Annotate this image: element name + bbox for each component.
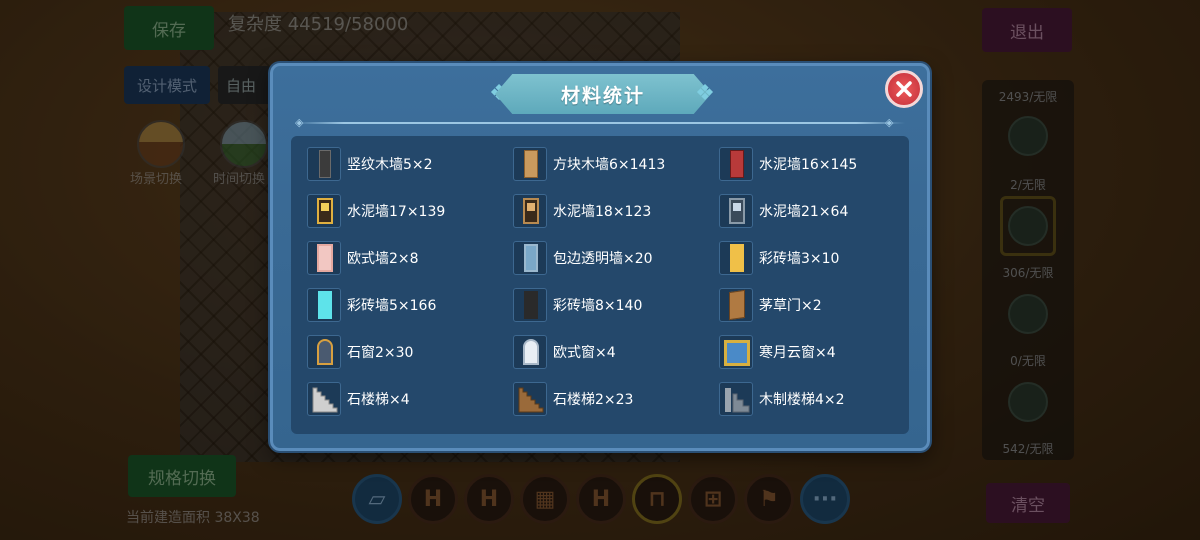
material-list: 竖纹木墙5×2 水泥墙17×139 欧式墙2×8 彩砖墙5×166 石窗2×30… — [291, 136, 909, 434]
item-label: 石楼梯×4 — [347, 392, 410, 408]
item-label: 木制楼梯4×2 — [759, 392, 845, 408]
item-label: 包边透明墙×20 — [553, 251, 653, 267]
list-item: 石楼梯×4 — [307, 381, 507, 417]
list-item: 石楼梯2×23 — [513, 381, 713, 417]
stone-window-icon — [307, 335, 341, 369]
item-label: 彩砖墙3×10 — [759, 251, 840, 267]
item-label: 欧式窗×4 — [553, 345, 616, 361]
list-item: 欧式窗×4 — [513, 334, 713, 370]
title-banner: 材料统计 — [495, 74, 711, 114]
list-item: 欧式墙2×8 — [307, 240, 507, 276]
european-wall-icon — [307, 241, 341, 275]
list-item: 水泥墙21×64 — [719, 193, 919, 229]
list-item: 水泥墙18×123 — [513, 193, 713, 229]
list-item: 寒月云窗×4 — [719, 334, 919, 370]
close-icon — [896, 81, 912, 97]
list-item: 彩砖墙3×10 — [719, 240, 919, 276]
list-item: 包边透明墙×20 — [513, 240, 713, 276]
cement-wall-red-icon — [719, 147, 753, 181]
list-item: 水泥墙16×145 — [719, 146, 919, 182]
list-item: 茅草门×2 — [719, 287, 919, 323]
item-label: 石窗2×30 — [347, 345, 414, 361]
item-label: 寒月云窗×4 — [759, 345, 836, 361]
item-label: 彩砖墙5×166 — [347, 298, 437, 314]
cement-wall-grey-icon — [719, 194, 753, 228]
item-label: 彩砖墙8×140 — [553, 298, 643, 314]
european-window-icon — [513, 335, 547, 369]
stone-stairs-icon — [307, 382, 341, 416]
item-label: 石楼梯2×23 — [553, 392, 634, 408]
cement-wall-window-icon — [307, 194, 341, 228]
divider-ornament-icon: ◈ — [295, 116, 304, 129]
list-item: 石窗2×30 — [307, 334, 507, 370]
title-divider — [295, 122, 905, 124]
wooden-stairs-icon — [719, 382, 753, 416]
transparent-wall-icon — [513, 241, 547, 275]
cold-moon-window-icon — [719, 335, 753, 369]
list-item: 彩砖墙5×166 — [307, 287, 507, 323]
colored-brick-yellow-icon — [719, 241, 753, 275]
vertical-wood-wall-icon — [307, 147, 341, 181]
material-stats-modal: ❖ 材料统计 ❖ ◈ ◈ 竖纹木墙5×2 水泥墙17×139 — [270, 63, 930, 451]
item-label: 水泥墙16×145 — [759, 157, 858, 173]
colored-brick-cyan-icon — [307, 288, 341, 322]
item-label: 水泥墙18×123 — [553, 204, 652, 220]
item-label: 竖纹木墙5×2 — [347, 157, 433, 173]
item-label: 茅草门×2 — [759, 298, 822, 314]
modal-title: 材料统计 — [560, 84, 645, 107]
list-item: 彩砖墙8×140 — [513, 287, 713, 323]
stone-stairs-brown-icon — [513, 382, 547, 416]
list-item: 竖纹木墙5×2 — [307, 146, 507, 182]
item-label: 水泥墙17×139 — [347, 204, 446, 220]
list-item: 水泥墙17×139 — [307, 193, 507, 229]
item-label: 水泥墙21×64 — [759, 204, 849, 220]
item-label: 方块木墙6×1413 — [553, 157, 666, 173]
list-item: 方块木墙6×1413 — [513, 146, 713, 182]
item-label: 欧式墙2×8 — [347, 251, 419, 267]
ornament-icon: ❖ — [695, 81, 715, 106]
list-item: 木制楼梯4×2 — [719, 381, 919, 417]
cement-wall-brown-icon — [513, 194, 547, 228]
block-wood-wall-icon — [513, 147, 547, 181]
close-button[interactable] — [885, 70, 923, 108]
colored-brick-dark-icon — [513, 288, 547, 322]
thatch-door-icon — [719, 288, 753, 322]
divider-ornament-icon: ◈ — [885, 116, 894, 129]
